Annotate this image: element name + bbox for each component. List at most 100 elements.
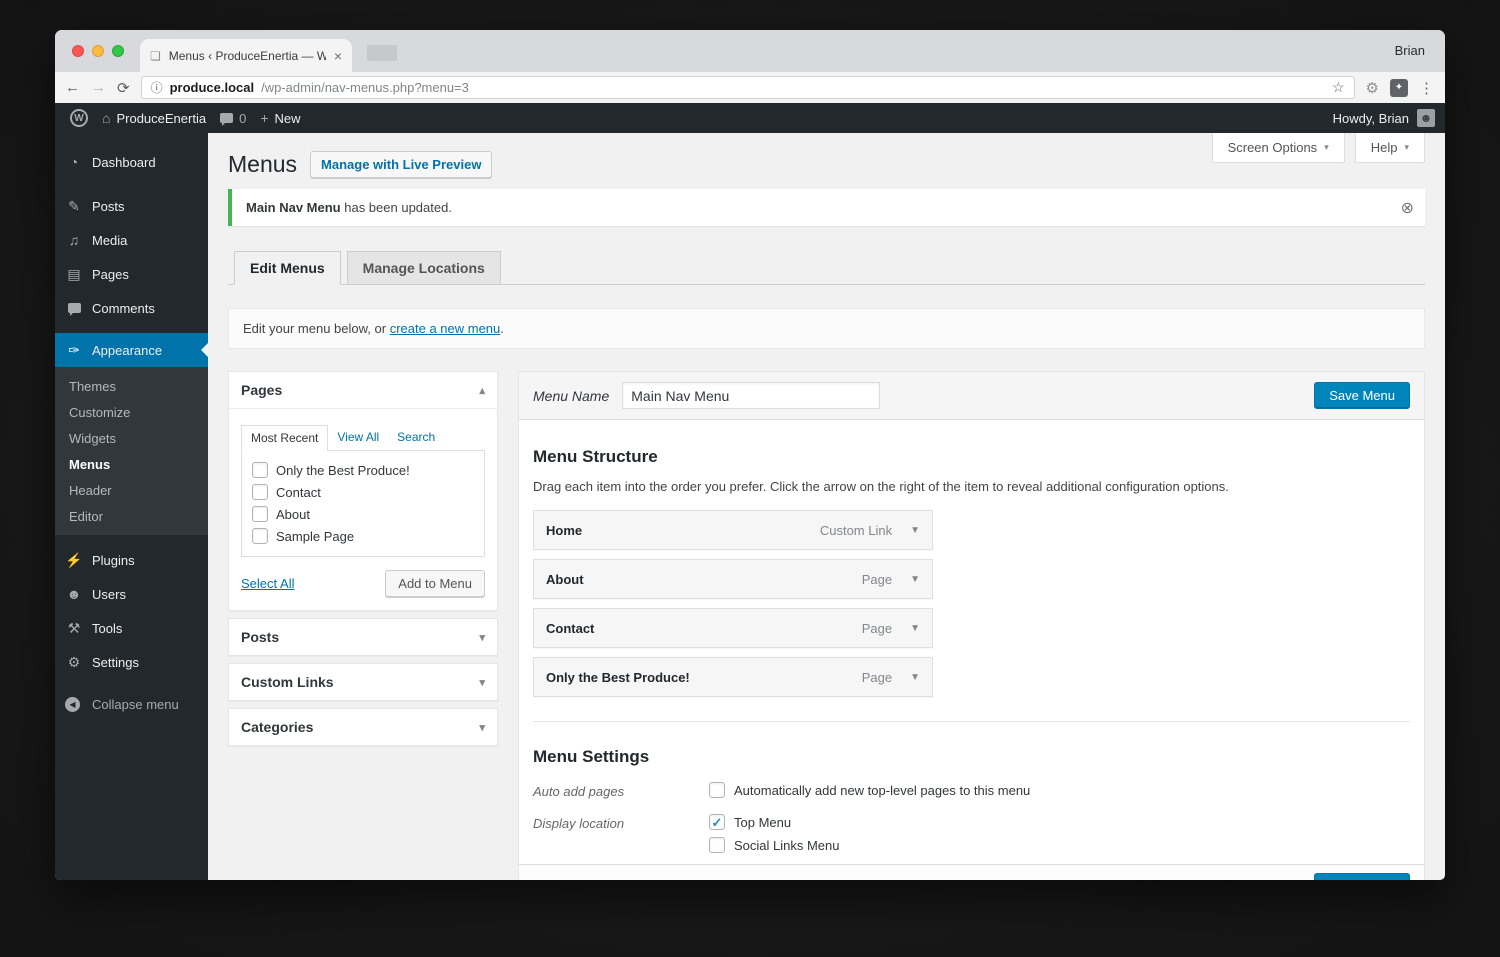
checkbox[interactable]: ✓: [252, 484, 268, 500]
sidebar-item-pages[interactable]: ▤ Pages: [55, 257, 208, 291]
edit-bar-text: Edit your menu below, or: [243, 321, 390, 336]
dismiss-notice-icon[interactable]: ⊗: [1401, 198, 1414, 218]
add-to-menu-button[interactable]: Add to Menu: [385, 570, 485, 597]
tab-view-all[interactable]: View All: [328, 425, 388, 450]
extension-gear-icon[interactable]: ⚙: [1366, 79, 1379, 97]
tab-manage-locations[interactable]: Manage Locations: [346, 251, 501, 285]
menu-item-contact[interactable]: Contact Page ▼: [533, 608, 933, 648]
menu-item-about[interactable]: About Page ▼: [533, 559, 933, 599]
sidebar-item-label: Collapse menu: [92, 696, 179, 712]
location-option-label: Social Links Menu: [734, 837, 840, 853]
howdy-greeting[interactable]: Howdy, Brian: [1333, 111, 1409, 126]
maximize-window-button[interactable]: [112, 45, 124, 57]
sidebar-item-label: Pages: [92, 266, 129, 282]
menu-item-home[interactable]: Home Custom Link ▼: [533, 510, 933, 550]
bookmark-star-icon[interactable]: ☆: [1332, 79, 1345, 96]
tab-close-icon[interactable]: ×: [334, 48, 342, 64]
sidebar-item-label: Posts: [92, 198, 125, 214]
tab-search[interactable]: Search: [388, 425, 444, 450]
comment-count: 0: [239, 110, 247, 126]
user-avatar[interactable]: ☻: [1417, 109, 1435, 127]
url-bar[interactable]: ⓘ produce.local/wp-admin/nav-menus.php?m…: [140, 76, 1355, 99]
select-all-link[interactable]: Select All: [241, 576, 294, 591]
collapse-up-icon[interactable]: ▴: [479, 384, 485, 397]
submenu-item-themes[interactable]: Themes: [55, 373, 208, 399]
new-content-menu[interactable]: + New: [253, 103, 307, 133]
back-icon[interactable]: ←: [65, 79, 80, 96]
auto-add-option[interactable]: ✓ Automatically add new top-level pages …: [709, 782, 1030, 798]
sidebar-item-comments[interactable]: Comments: [55, 291, 208, 325]
browser-tab[interactable]: ❏ Menus ‹ ProduceEnertia — Wo ×: [140, 39, 352, 72]
tab-most-recent[interactable]: Most Recent: [241, 425, 329, 451]
save-menu-button-bottom[interactable]: Save Menu: [1314, 873, 1410, 880]
page-checkbox-row[interactable]: ✓ Contact: [252, 481, 474, 503]
appearance-icon: ✑: [68, 341, 80, 358]
posts-accordion[interactable]: Posts ▾: [228, 618, 498, 656]
submenu-item-editor[interactable]: Editor: [55, 503, 208, 529]
forward-icon[interactable]: →: [91, 79, 106, 96]
comments-shortcut[interactable]: 0: [213, 103, 253, 133]
chevron-down-icon: ▾: [1324, 142, 1329, 152]
sidebar-item-posts[interactable]: ✎ Posts: [55, 189, 208, 223]
screen-options-button[interactable]: Screen Options ▾: [1211, 133, 1345, 163]
checkbox[interactable]: ✓: [252, 462, 268, 478]
close-window-button[interactable]: [72, 45, 84, 57]
checkbox[interactable]: ✓: [252, 528, 268, 544]
tab-edit-menus[interactable]: Edit Menus: [234, 251, 341, 285]
new-label: New: [274, 110, 301, 126]
browser-menu-icon[interactable]: ⋮: [1419, 79, 1435, 97]
menu-name-input[interactable]: [622, 382, 881, 409]
chevron-down-icon[interactable]: ▾: [479, 676, 485, 689]
help-button[interactable]: Help ▾: [1354, 133, 1425, 163]
custom-links-accordion[interactable]: Custom Links ▾: [228, 663, 498, 701]
manage-live-preview-button[interactable]: Manage with Live Preview: [310, 150, 493, 178]
sidebar-item-settings[interactable]: ⚙ Settings: [55, 645, 208, 679]
edit-menu-bar: Edit your menu below, or create a new me…: [228, 308, 1425, 349]
site-info-icon[interactable]: ⓘ: [151, 79, 163, 96]
users-icon: ☻: [66, 586, 82, 602]
url-host: produce.local: [169, 80, 255, 95]
checkbox[interactable]: ✓: [709, 837, 725, 853]
submenu-item-customize[interactable]: Customize: [55, 399, 208, 425]
new-tab-button[interactable]: [367, 45, 397, 61]
chevron-down-icon[interactable]: ▼: [910, 525, 920, 536]
sidebar-item-media[interactable]: ♫ Media: [55, 223, 208, 257]
sidebar-item-plugins[interactable]: ⚡ Plugins: [55, 543, 208, 577]
checkbox-checked[interactable]: ✓: [709, 814, 725, 830]
site-name-menu[interactable]: ⌂ ProduceEnertia: [95, 103, 213, 133]
checkbox[interactable]: ✓: [252, 506, 268, 522]
sidebar-item-tools[interactable]: ⚒ Tools: [55, 611, 208, 645]
menu-name-label: Menu Name: [533, 387, 610, 404]
checkbox[interactable]: ✓: [709, 782, 725, 798]
chevron-down-icon[interactable]: ▼: [910, 672, 920, 683]
menu-item-only-best-produce[interactable]: Only the Best Produce! Page ▼: [533, 657, 933, 697]
location-social-links-option[interactable]: ✓ Social Links Menu: [709, 837, 840, 853]
sidebar-item-dashboard[interactable]: ◔ Dashboard: [55, 145, 208, 179]
chevron-down-icon[interactable]: ▼: [910, 623, 920, 634]
wordpress-logo-icon: W: [70, 109, 88, 127]
sidebar-item-label: Appearance: [92, 342, 163, 358]
chevron-down-icon[interactable]: ▾: [479, 721, 485, 734]
categories-accordion[interactable]: Categories ▾: [228, 708, 498, 746]
update-notice: Main Nav Menu has been updated. ⊗: [228, 189, 1425, 226]
location-top-menu-option[interactable]: ✓ Top Menu: [709, 814, 840, 830]
sidebar-item-users[interactable]: ☻ Users: [55, 577, 208, 611]
sidebar-item-collapse-menu[interactable]: ◀ Collapse menu: [55, 687, 208, 721]
submenu-item-menus[interactable]: Menus: [55, 451, 208, 477]
chevron-down-icon[interactable]: ▾: [479, 631, 485, 644]
pages-panel-header[interactable]: Pages ▴: [229, 372, 497, 408]
sidebar-item-appearance[interactable]: ✑ Appearance: [55, 333, 208, 367]
chevron-down-icon[interactable]: ▼: [910, 574, 920, 585]
save-menu-button[interactable]: Save Menu: [1314, 382, 1410, 409]
extension-bulb-icon[interactable]: ✦: [1390, 78, 1408, 97]
page-checkbox-row[interactable]: ✓ About: [252, 503, 474, 525]
page-checkbox-row[interactable]: ✓ Sample Page: [252, 525, 474, 547]
create-new-menu-link[interactable]: create a new menu: [390, 321, 501, 336]
wp-logo-menu[interactable]: W: [63, 103, 95, 133]
page-checkbox-row[interactable]: ✓ Only the Best Produce!: [252, 459, 474, 481]
submenu-item-widgets[interactable]: Widgets: [55, 425, 208, 451]
minimize-window-button[interactable]: [92, 45, 104, 57]
browser-profile-name[interactable]: Brian: [1395, 43, 1425, 58]
refresh-icon[interactable]: ⟳: [117, 79, 130, 97]
submenu-item-header[interactable]: Header: [55, 477, 208, 503]
